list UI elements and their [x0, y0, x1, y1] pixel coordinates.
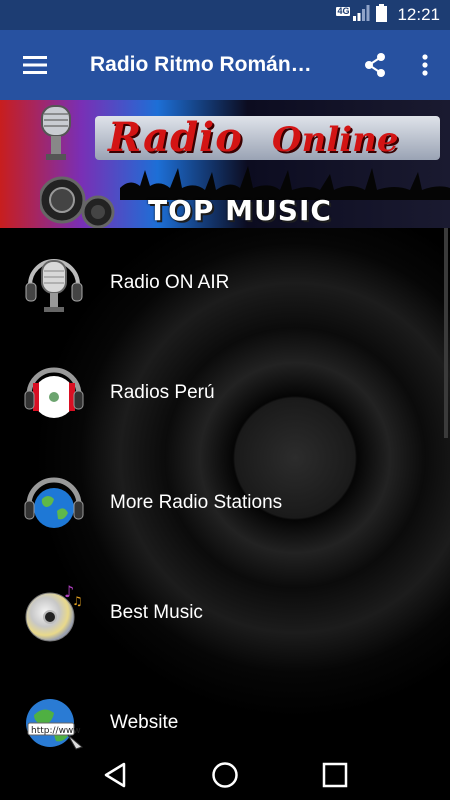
overflow-menu-button[interactable]	[400, 30, 450, 100]
header-banner: Radio Online TOP MUSIC	[0, 100, 450, 228]
menu-item-label: Website	[110, 712, 179, 733]
home-button[interactable]	[195, 750, 255, 800]
svg-text:♫: ♫	[72, 594, 83, 608]
menu-button[interactable]	[0, 30, 70, 100]
home-circle-icon	[212, 762, 238, 788]
share-icon	[365, 53, 385, 77]
microphone-headphones-icon	[22, 251, 86, 315]
share-button[interactable]	[350, 30, 400, 100]
banner-online-text: Online	[272, 120, 399, 160]
menu-item-label: Radios Perú	[110, 382, 215, 403]
menu-list: Radio ON AIR Radios Perú More Radio Stat…	[0, 228, 450, 750]
menu-item-best-music[interactable]: ♪ ♫ Best Music	[0, 558, 450, 668]
banner-radio-text: Radio	[108, 114, 243, 161]
menu-item-radios-peru[interactable]: Radios Perú	[0, 338, 450, 448]
main-content: Radio ON AIR Radios Perú More Radio Stat…	[0, 228, 450, 750]
menu-item-website[interactable]: http://www Website	[0, 668, 450, 750]
system-navigation-bar	[0, 750, 450, 800]
back-triangle-icon	[104, 762, 126, 788]
app-title: Radio Ritmo Román…	[90, 53, 312, 76]
menu-item-label: Best Music	[110, 602, 203, 623]
studio-microphone-icon	[41, 105, 71, 160]
hamburger-menu-icon	[23, 56, 47, 74]
clock: 12:21	[397, 5, 440, 24]
menu-item-more-radio-stations[interactable]: More Radio Stations	[0, 448, 450, 558]
more-vert-icon	[422, 54, 428, 76]
battery-icon	[376, 3, 388, 27]
www-globe-icon: http://www	[22, 691, 86, 750]
menu-item-label: Radio ON AIR	[110, 272, 230, 293]
menu-item-label: More Radio Stations	[110, 492, 283, 513]
banner-top-music-text: TOP MUSIC	[148, 194, 332, 227]
network-type-label: 4G	[336, 5, 351, 16]
speaker-image	[40, 176, 115, 228]
signal-icon	[352, 4, 370, 26]
back-button[interactable]	[85, 750, 145, 800]
recents-square-icon	[322, 762, 348, 788]
globe-headphones-icon	[22, 471, 86, 535]
status-bar: 4G 12:21	[0, 0, 450, 30]
peru-flag-headphones-icon	[22, 361, 86, 425]
recents-button[interactable]	[305, 750, 365, 800]
svg-text:http://www: http://www	[31, 726, 81, 736]
cd-music-icon: ♪ ♫	[22, 581, 86, 645]
menu-item-radio-on-air[interactable]: Radio ON AIR	[0, 228, 450, 338]
app-bar: Radio Ritmo Román…	[0, 30, 450, 100]
